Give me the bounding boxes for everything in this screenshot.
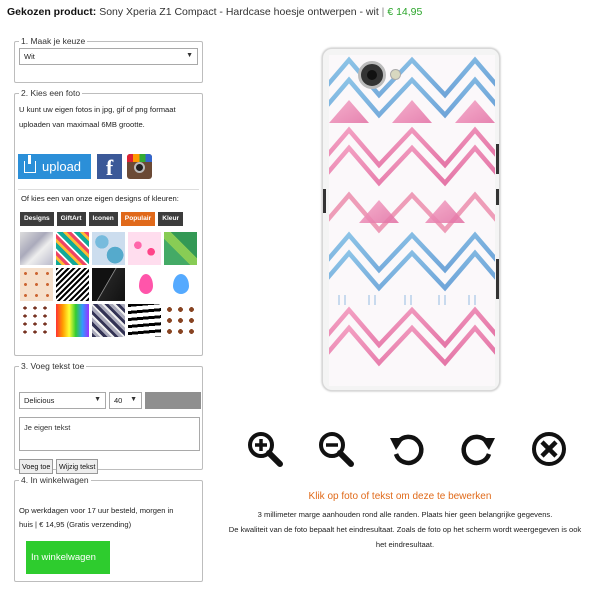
edit-hint: Klik op foto of tekst om deze te bewerke… <box>308 491 492 502</box>
text-options-row: Delicious ▼ 40 ▼ <box>19 392 201 409</box>
product-price: € 14,95 <box>387 6 423 18</box>
color-select-value: Wit <box>24 52 35 61</box>
add-text-button[interactable]: Voeg toe <box>19 459 54 474</box>
step-choose-photo: 2. Kies een foto U kunt uw eigen fotos i… <box>14 88 203 356</box>
design-grid <box>20 232 197 337</box>
tab-designs[interactable]: Designs <box>20 212 54 226</box>
upload-button-label: upload <box>42 159 82 174</box>
print-info: 3 millimeter marge aanhouden rond alle r… <box>212 507 598 552</box>
camera-lens <box>358 61 386 89</box>
design-thumbnail[interactable] <box>92 232 125 265</box>
design-thumbnail[interactable] <box>164 304 197 337</box>
tab-iconen[interactable]: Iconen <box>88 212 118 226</box>
chevron-down-icon: ▼ <box>130 396 137 403</box>
zoom-out-icon[interactable] <box>317 430 355 468</box>
size-select[interactable]: 40 ▼ <box>109 392 142 409</box>
delete-icon[interactable] <box>530 430 568 468</box>
instagram-icon[interactable] <box>127 154 152 179</box>
text-color-picker[interactable] <box>145 392 201 409</box>
design-thumbnail[interactable] <box>20 232 53 265</box>
facebook-icon[interactable]: f <box>97 154 122 180</box>
design-thumbnail[interactable] <box>56 232 89 265</box>
design-thumbnail[interactable] <box>20 304 53 337</box>
step-1-legend: 1. Maak je keuze <box>21 36 86 46</box>
side-button <box>496 259 499 299</box>
step-choose-color: 1. Maak je keuze Wit ▼ <box>14 36 203 83</box>
divider <box>18 189 199 190</box>
design-thumbnail[interactable] <box>128 304 161 337</box>
upload-description-line1: U kunt uw eigen fotos in jpg, gif of png… <box>19 105 176 114</box>
font-select[interactable]: Delicious ▼ <box>19 392 106 409</box>
color-select[interactable]: Wit ▼ <box>19 48 198 65</box>
step-cart: 4. In winkelwagen Op werkdagen voor 17 u… <box>14 475 203 582</box>
text-input[interactable]: Je eigen tekst <box>19 417 200 451</box>
side-button <box>323 189 326 213</box>
step-add-text: 3. Voeg tekst toe Delicious ▼ 40 ▼ Je ei… <box>14 361 203 474</box>
upload-button[interactable]: upload <box>18 154 91 179</box>
product-label: Gekozen product: <box>7 6 97 18</box>
add-to-cart-button[interactable]: In winkelwagen <box>26 541 110 574</box>
step-2-legend: 2. Kies een foto <box>21 88 81 98</box>
font-select-value: Delicious <box>24 396 55 405</box>
design-tabs: Designs GiftArt Iconen Populair Kleur <box>20 212 184 226</box>
edit-text-button[interactable]: Wijzig tekst <box>56 459 99 474</box>
product-name: Sony Xperia Z1 Compact - Hardcase hoesje… <box>99 6 379 18</box>
design-thumbnail[interactable] <box>92 268 125 301</box>
case-design-pattern <box>329 55 495 386</box>
side-button <box>496 189 499 205</box>
size-select-value: 40 <box>114 396 123 405</box>
side-button <box>496 144 499 174</box>
zoom-in-icon[interactable] <box>246 430 284 468</box>
camera-flash <box>390 69 401 80</box>
delivery-info-line2: huis | € 14,95 (Gratis verzending) <box>19 520 132 529</box>
chevron-down-icon: ▼ <box>94 396 101 403</box>
print-info-line1: 3 millimeter marge aanhouden rond alle r… <box>257 510 553 519</box>
delivery-info-line1: Op werkdagen voor 17 uur besteld, morgen… <box>19 506 174 515</box>
delivery-info: Op werkdagen voor 17 uur besteld, morgen… <box>19 504 174 532</box>
editor-toolbar <box>246 430 600 468</box>
chevron-down-icon: ▼ <box>186 52 193 59</box>
upload-description: U kunt uw eigen fotos in jpg, gif of png… <box>19 102 198 132</box>
step-3-legend: 3. Voeg tekst toe <box>21 361 85 371</box>
upload-description-line2: uploaden van maximaal 6MB grootte. <box>19 120 145 129</box>
header-separator: | <box>381 6 385 18</box>
design-thumbnail[interactable] <box>56 304 89 337</box>
upload-icon <box>24 154 36 173</box>
text-input-placeholder: Je eigen tekst <box>24 423 71 432</box>
phone-case-preview[interactable] <box>322 48 500 391</box>
design-thumbnail[interactable] <box>128 268 161 301</box>
design-thumbnail[interactable] <box>164 232 197 265</box>
print-info-line3: het eindresultaat. <box>375 540 435 549</box>
tab-populair[interactable]: Populair <box>120 212 156 226</box>
design-thumbnail[interactable] <box>164 268 197 301</box>
print-info-line2: De kwaliteit van de foto bepaalt het ein… <box>228 525 582 534</box>
step-4-legend: 4. In winkelwagen <box>21 475 89 485</box>
rotate-left-icon[interactable] <box>388 430 426 468</box>
design-thumbnail[interactable] <box>92 304 125 337</box>
tab-kleur[interactable]: Kleur <box>158 212 184 226</box>
design-thumbnail[interactable] <box>20 268 53 301</box>
design-thumbnail[interactable] <box>56 268 89 301</box>
design-thumbnail[interactable] <box>128 232 161 265</box>
product-header: Gekozen product: Sony Xperia Z1 Compact … <box>7 6 422 18</box>
designs-intro: Of kies een van onze eigen designs of kl… <box>21 194 179 203</box>
rotate-right-icon[interactable] <box>459 430 497 468</box>
tab-giftart[interactable]: GiftArt <box>56 212 86 226</box>
